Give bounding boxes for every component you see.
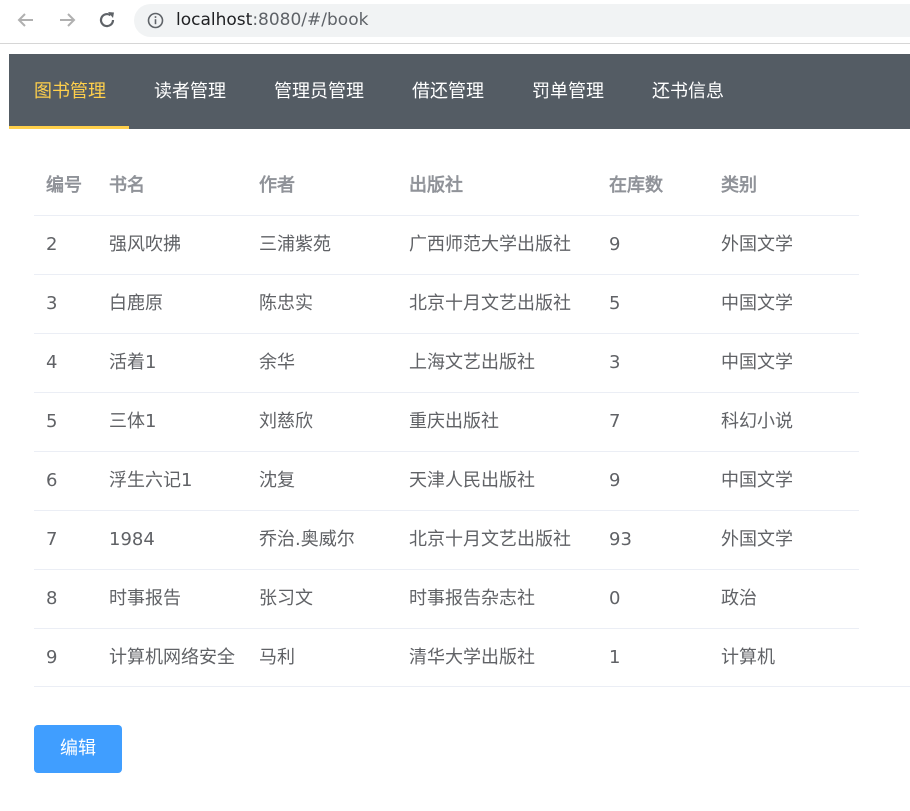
nav-item-admin-management[interactable]: 管理员管理 bbox=[274, 54, 364, 129]
browser-toolbar: localhost:8080/#/book bbox=[0, 0, 910, 44]
top-nav-menu: 图书管理 读者管理 管理员管理 借还管理 罚单管理 还书信息 bbox=[9, 54, 910, 129]
cell-id: 7 bbox=[46, 529, 58, 550]
table-row: 3 白鹿原 陈忠实 北京十月文艺出版社 5 中国文学 bbox=[34, 275, 859, 334]
reload-icon[interactable] bbox=[94, 7, 120, 33]
cell-author: 刘慈欣 bbox=[259, 411, 313, 432]
cell-author: 陈忠实 bbox=[259, 293, 313, 314]
nav-item-fine-management[interactable]: 罚单管理 bbox=[532, 54, 604, 129]
table-row: 9 计算机网络安全 马利 清华大学出版社 1 计算机 bbox=[34, 629, 859, 687]
cell-publisher: 天津人民出版社 bbox=[409, 470, 535, 491]
nav-item-borrow-return[interactable]: 借还管理 bbox=[412, 54, 484, 129]
cell-author: 余华 bbox=[259, 352, 295, 373]
table-row: 5 三体1 刘慈欣 重庆出版社 7 科幻小说 bbox=[34, 393, 859, 452]
cell-title: 活着1 bbox=[109, 352, 157, 373]
cell-id: 4 bbox=[46, 352, 58, 373]
cell-stock: 1 bbox=[609, 647, 621, 668]
header-category: 类别 bbox=[721, 175, 757, 196]
forward-arrow-icon[interactable] bbox=[54, 7, 80, 33]
url-path: :8080/#/book bbox=[252, 10, 369, 30]
book-table: 编号 书名 作者 出版社 在库数 类别 2 强风吹拂 三浦紫苑 广西师范大学出版… bbox=[34, 157, 859, 687]
cell-publisher: 清华大学出版社 bbox=[409, 647, 535, 668]
table-bottom-divider bbox=[34, 686, 910, 687]
cell-id: 8 bbox=[46, 588, 58, 609]
cell-id: 6 bbox=[46, 470, 58, 491]
cell-category: 中国文学 bbox=[721, 293, 793, 314]
nav-item-return-info[interactable]: 还书信息 bbox=[652, 54, 724, 129]
info-icon[interactable] bbox=[147, 12, 164, 33]
cell-id: 9 bbox=[46, 647, 58, 668]
table-row: 2 强风吹拂 三浦紫苑 广西师范大学出版社 9 外国文学 bbox=[34, 216, 859, 275]
cell-category: 中国文学 bbox=[721, 470, 793, 491]
cell-title: 时事报告 bbox=[109, 588, 181, 609]
table-row: 7 1984 乔治.奥威尔 北京十月文艺出版社 93 外国文学 bbox=[34, 511, 859, 570]
cell-stock: 7 bbox=[609, 411, 621, 432]
cell-stock: 3 bbox=[609, 352, 621, 373]
url-text: localhost:8080/#/book bbox=[176, 10, 368, 30]
url-host: localhost bbox=[176, 10, 253, 30]
cell-author: 张习文 bbox=[259, 588, 313, 609]
cell-stock: 9 bbox=[609, 470, 621, 491]
cell-id: 2 bbox=[46, 234, 58, 255]
cell-author: 三浦紫苑 bbox=[259, 234, 331, 255]
header-author: 作者 bbox=[259, 175, 295, 196]
cell-publisher: 北京十月文艺出版社 bbox=[409, 293, 571, 314]
cell-category: 外国文学 bbox=[721, 529, 793, 550]
cell-stock: 0 bbox=[609, 588, 621, 609]
table-row: 8 时事报告 张习文 时事报告杂志社 0 政治 bbox=[34, 570, 859, 629]
cell-category: 科幻小说 bbox=[721, 411, 793, 432]
cell-title: 计算机网络安全 bbox=[109, 647, 235, 668]
cell-title: 三体1 bbox=[109, 411, 157, 432]
table-row: 4 活着1 余华 上海文艺出版社 3 中国文学 bbox=[34, 334, 859, 393]
cell-publisher: 广西师范大学出版社 bbox=[409, 234, 571, 255]
header-publisher: 出版社 bbox=[409, 175, 463, 196]
cell-publisher: 时事报告杂志社 bbox=[409, 588, 535, 609]
cell-title: 强风吹拂 bbox=[109, 234, 181, 255]
nav-item-book-management[interactable]: 图书管理 bbox=[34, 54, 106, 129]
cell-category: 外国文学 bbox=[721, 234, 793, 255]
cell-publisher: 北京十月文艺出版社 bbox=[409, 529, 571, 550]
table-header: 编号 书名 作者 出版社 在库数 类别 bbox=[34, 157, 859, 216]
header-stock: 在库数 bbox=[609, 175, 663, 196]
cell-category: 中国文学 bbox=[721, 352, 793, 373]
active-tab-indicator bbox=[9, 126, 129, 129]
header-id: 编号 bbox=[46, 175, 82, 196]
cell-stock: 93 bbox=[609, 529, 632, 550]
back-arrow-icon[interactable] bbox=[13, 7, 39, 33]
cell-id: 5 bbox=[46, 411, 58, 432]
nav-item-reader-management[interactable]: 读者管理 bbox=[154, 54, 226, 129]
cell-stock: 5 bbox=[609, 293, 621, 314]
cell-title: 白鹿原 bbox=[109, 293, 163, 314]
table-row: 6 浮生六记1 沈复 天津人民出版社 9 中国文学 bbox=[34, 452, 859, 511]
cell-title: 1984 bbox=[109, 529, 155, 550]
cell-stock: 9 bbox=[609, 234, 621, 255]
cell-category: 计算机 bbox=[721, 647, 775, 668]
address-bar[interactable]: localhost:8080/#/book bbox=[134, 4, 910, 37]
cell-author: 马利 bbox=[259, 647, 295, 668]
cell-publisher: 上海文艺出版社 bbox=[409, 352, 535, 373]
cell-id: 3 bbox=[46, 293, 58, 314]
cell-author: 乔治.奥威尔 bbox=[259, 529, 355, 550]
cell-category: 政治 bbox=[721, 588, 757, 609]
cell-publisher: 重庆出版社 bbox=[409, 411, 499, 432]
cell-author: 沈复 bbox=[259, 470, 295, 491]
edit-button[interactable]: 编辑 bbox=[34, 725, 122, 773]
header-title: 书名 bbox=[109, 175, 145, 196]
cell-title: 浮生六记1 bbox=[109, 470, 193, 491]
